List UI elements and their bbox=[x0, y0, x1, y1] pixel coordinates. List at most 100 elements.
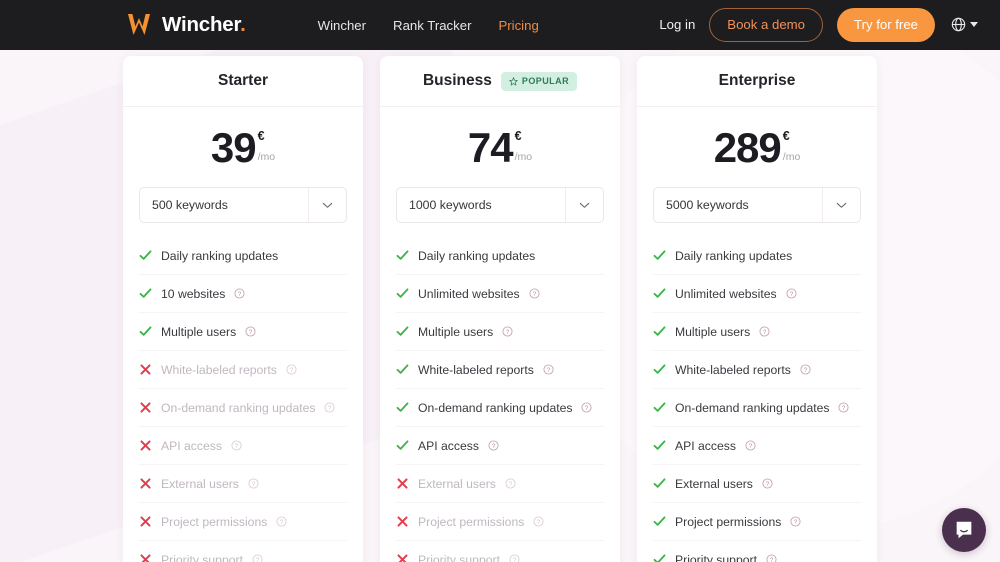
feature-label: Priority support bbox=[161, 553, 243, 562]
question-circle-icon[interactable]: ? bbox=[838, 402, 849, 413]
feature-row: 10 websites ? bbox=[139, 275, 347, 313]
feature-included-icon bbox=[653, 249, 666, 262]
question-circle-icon[interactable]: ? bbox=[488, 440, 499, 451]
feature-excluded-icon bbox=[139, 516, 152, 527]
chat-widget-button[interactable] bbox=[942, 508, 986, 552]
keywords-select[interactable]: 5000 keywords bbox=[653, 187, 861, 223]
intercom-chat-icon bbox=[953, 519, 975, 541]
feature-included-icon bbox=[396, 363, 409, 376]
header-actions: Log in Book a demo Try for free bbox=[659, 8, 982, 41]
nav-item-wincher[interactable]: Wincher bbox=[318, 18, 366, 33]
check-icon bbox=[396, 249, 409, 262]
language-selector[interactable] bbox=[951, 17, 978, 32]
question-circle-icon[interactable]: ? bbox=[509, 554, 520, 562]
check-icon bbox=[653, 477, 666, 490]
question-circle-icon[interactable]: ? bbox=[759, 326, 770, 337]
question-circle-icon[interactable]: ? bbox=[529, 288, 540, 299]
svg-text:?: ? bbox=[280, 519, 284, 526]
price-period: /mo bbox=[258, 152, 276, 163]
feature-row: Priority support ? bbox=[396, 541, 604, 562]
brand-logo[interactable]: Wincher. bbox=[127, 13, 281, 37]
feature-label: External users bbox=[418, 477, 496, 491]
svg-text:?: ? bbox=[770, 557, 774, 562]
wincher-w-logo-icon bbox=[127, 13, 153, 37]
cross-icon bbox=[140, 478, 151, 489]
feature-included-icon bbox=[396, 401, 409, 414]
feature-included-icon bbox=[653, 325, 666, 338]
question-circle-icon[interactable]: ? bbox=[248, 478, 259, 489]
feature-excluded-icon bbox=[396, 554, 409, 562]
check-icon bbox=[653, 401, 666, 414]
check-icon bbox=[396, 439, 409, 452]
question-circle-icon[interactable]: ? bbox=[762, 478, 773, 489]
question-circle-icon[interactable]: ? bbox=[581, 402, 592, 413]
feature-label: On-demand ranking updates bbox=[675, 401, 829, 415]
feature-label: Unlimited websites bbox=[675, 287, 777, 301]
question-circle-icon[interactable]: ? bbox=[790, 516, 801, 527]
question-circle-icon[interactable]: ? bbox=[286, 364, 297, 375]
feature-list: Daily ranking updates 10 websites ? Mult… bbox=[123, 237, 363, 562]
feature-label: API access bbox=[418, 439, 479, 453]
keywords-select[interactable]: 1000 keywords bbox=[396, 187, 604, 223]
price-currency: € bbox=[258, 130, 265, 143]
question-circle-icon[interactable]: ? bbox=[786, 288, 797, 299]
pricing-card-starter: Starter 39 € /mo 500 keywords Daily rank… bbox=[123, 56, 363, 562]
feature-list: Daily ranking updates Unlimited websites… bbox=[380, 237, 620, 562]
check-icon bbox=[139, 249, 152, 262]
feature-label: 10 websites bbox=[161, 287, 225, 301]
svg-text:?: ? bbox=[804, 367, 808, 374]
svg-text:?: ? bbox=[506, 329, 510, 336]
card-header: Enterprise bbox=[637, 56, 877, 107]
feature-row: API access ? bbox=[396, 427, 604, 465]
question-circle-icon[interactable]: ? bbox=[766, 554, 777, 562]
question-circle-icon[interactable]: ? bbox=[245, 326, 256, 337]
book-demo-button[interactable]: Book a demo bbox=[709, 8, 823, 41]
svg-text:?: ? bbox=[328, 405, 332, 412]
price-currency: € bbox=[783, 130, 790, 143]
question-circle-icon[interactable]: ? bbox=[800, 364, 811, 375]
check-icon bbox=[396, 401, 409, 414]
check-icon bbox=[653, 287, 666, 300]
feature-excluded-icon bbox=[139, 478, 152, 489]
feature-included-icon bbox=[653, 553, 666, 562]
feature-label: Unlimited websites bbox=[418, 287, 520, 301]
feature-excluded-icon bbox=[139, 440, 152, 451]
svg-text:?: ? bbox=[547, 367, 551, 374]
question-circle-icon[interactable]: ? bbox=[543, 364, 554, 375]
feature-row: External users ? bbox=[396, 465, 604, 503]
question-circle-icon[interactable]: ? bbox=[533, 516, 544, 527]
check-icon bbox=[139, 287, 152, 300]
chevron-down-icon bbox=[308, 188, 346, 222]
feature-row: White-labeled reports ? bbox=[139, 351, 347, 389]
keywords-select[interactable]: 500 keywords bbox=[139, 187, 347, 223]
pricing-cards: Starter 39 € /mo 500 keywords Daily rank… bbox=[0, 50, 1000, 562]
plan-name: Business bbox=[423, 72, 492, 90]
question-circle-icon[interactable]: ? bbox=[745, 440, 756, 451]
question-circle-icon[interactable]: ? bbox=[276, 516, 287, 527]
plan-price: 289 € /mo bbox=[637, 107, 877, 173]
keywords-select-value: 5000 keywords bbox=[654, 188, 822, 222]
feature-label: Daily ranking updates bbox=[675, 249, 792, 263]
chevron-down-icon bbox=[970, 22, 978, 27]
feature-row: API access ? bbox=[653, 427, 861, 465]
feature-label: Multiple users bbox=[161, 325, 236, 339]
question-circle-icon[interactable]: ? bbox=[252, 554, 263, 562]
question-circle-icon[interactable]: ? bbox=[234, 288, 245, 299]
feature-row: Multiple users ? bbox=[139, 313, 347, 351]
feature-label: On-demand ranking updates bbox=[418, 401, 572, 415]
login-link[interactable]: Log in bbox=[659, 17, 695, 32]
try-for-free-button[interactable]: Try for free bbox=[837, 8, 935, 41]
feature-included-icon bbox=[396, 249, 409, 262]
nav-item-rank-tracker[interactable]: Rank Tracker bbox=[393, 18, 471, 33]
svg-text:?: ? bbox=[290, 367, 294, 374]
feature-row: Project permissions ? bbox=[139, 503, 347, 541]
chevron-down-icon bbox=[565, 188, 603, 222]
question-circle-icon[interactable]: ? bbox=[324, 402, 335, 413]
price-amount: 74 bbox=[468, 129, 513, 168]
question-circle-icon[interactable]: ? bbox=[502, 326, 513, 337]
question-circle-icon[interactable]: ? bbox=[231, 440, 242, 451]
question-circle-icon[interactable]: ? bbox=[505, 478, 516, 489]
nav-item-pricing[interactable]: Pricing bbox=[498, 18, 538, 33]
plan-price: 39 € /mo bbox=[123, 107, 363, 173]
feature-excluded-icon bbox=[139, 402, 152, 413]
